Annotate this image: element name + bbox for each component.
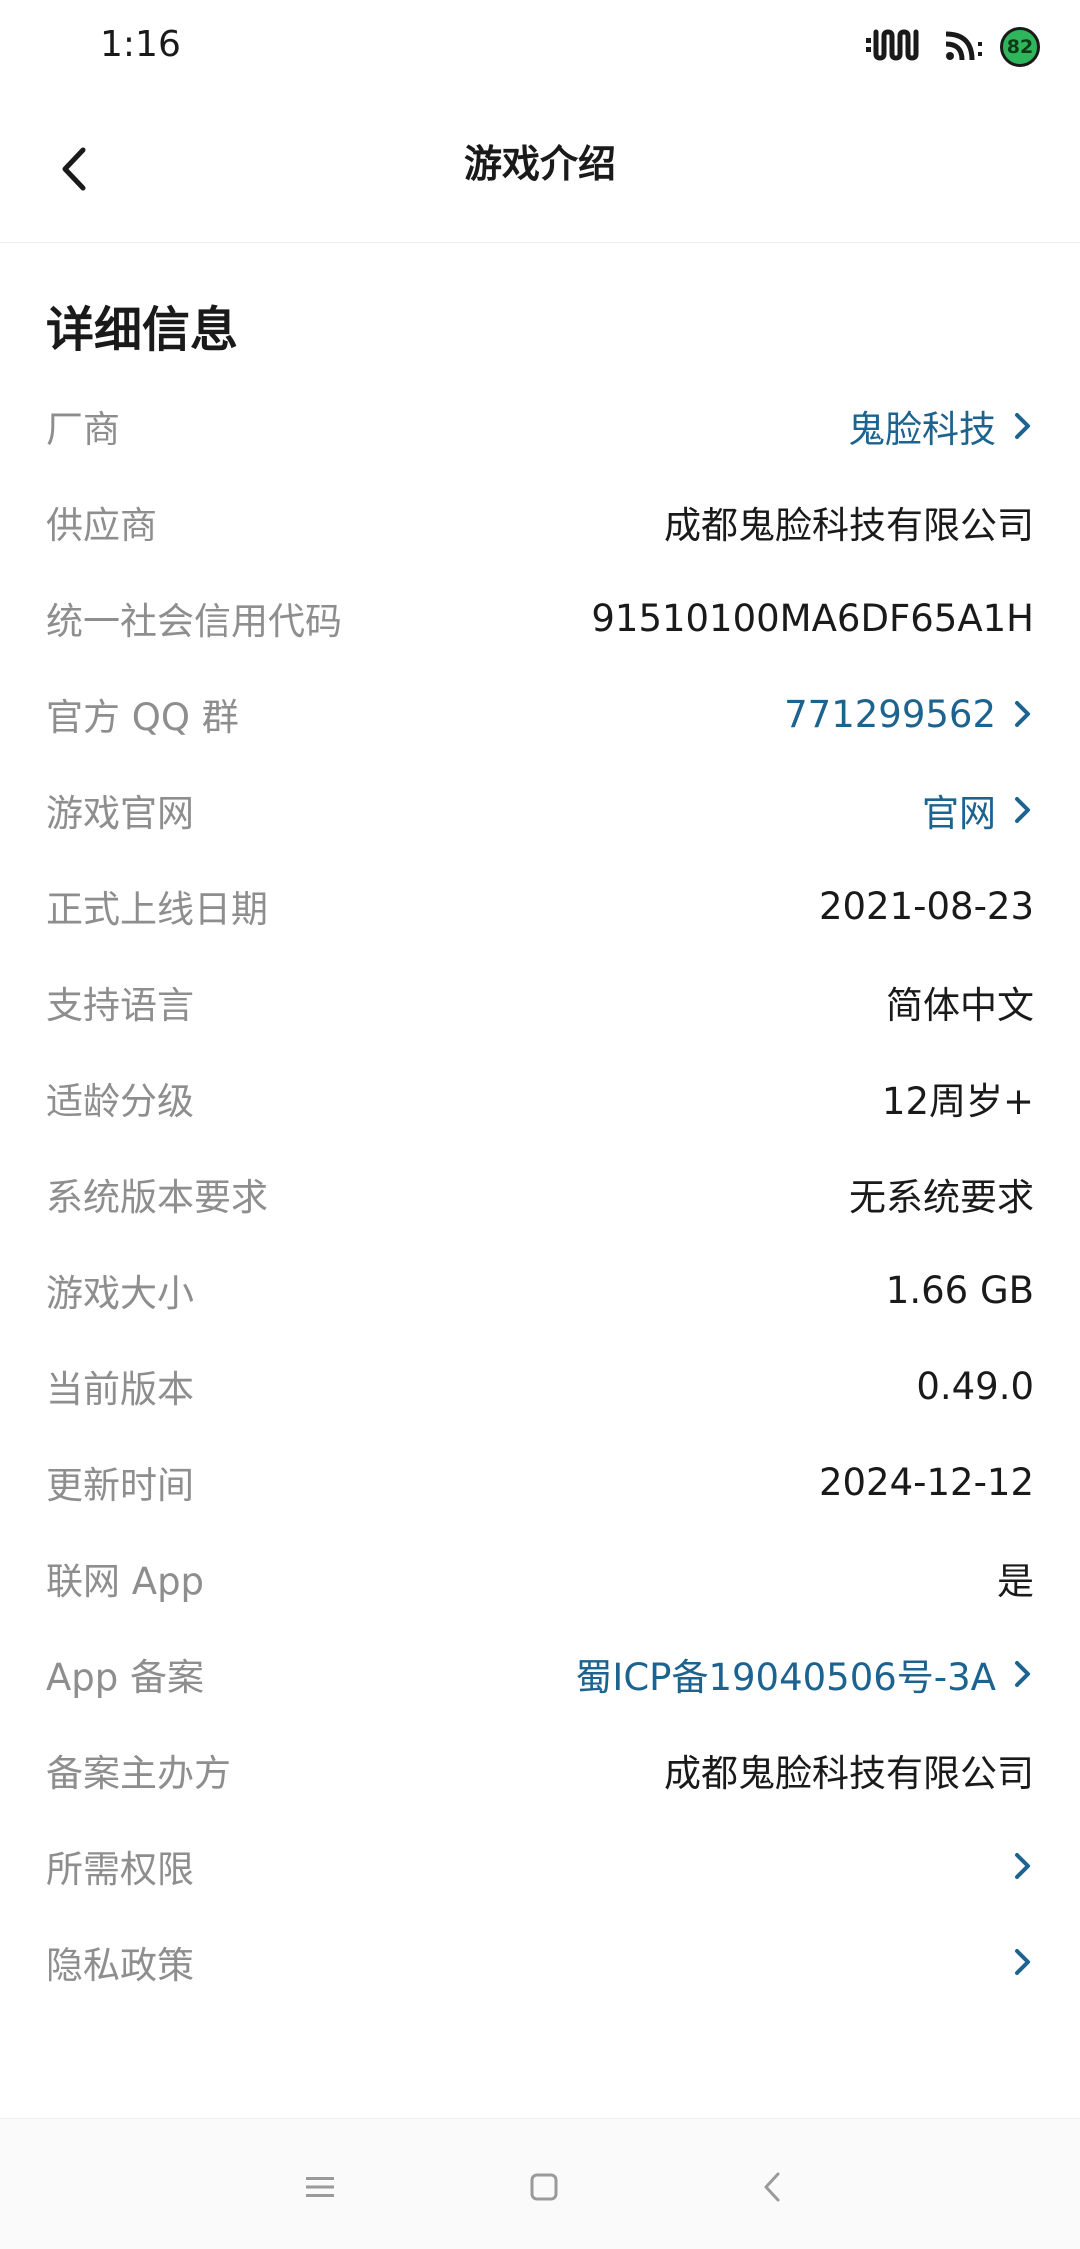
info-value-link[interactable]: 蜀ICP备19040506号-3A [575,1647,996,1701]
info-row-website[interactable]: 游戏官网 官网 [0,762,1080,858]
chevron-right-icon [1014,409,1034,443]
info-value: 0.49.0 [916,1364,1034,1408]
info-label: 支持语言 [46,984,194,1027]
chevron-right-icon[interactable] [1014,1849,1034,1883]
info-value: 2021-08-23 [818,884,1034,928]
info-value: 成都鬼脸科技有限公司 [664,1752,1034,1795]
info-label: 游戏官网 [46,792,194,835]
info-row-privacy-policy[interactable]: 隐私政策 [0,1914,1080,2010]
chevron-right-icon [1014,793,1034,827]
status-bar: 1:16 82 [0,0,1080,95]
chevron-right-icon[interactable] [1014,1945,1034,1979]
info-row-release-date: 正式上线日期 2021-08-23 [0,858,1080,954]
info-row-app-filing[interactable]: App 备案 蜀ICP备19040506号-3A [0,1626,1080,1722]
info-row-credit-code: 统一社会信用代码 91510100MA6DF65A1H [0,570,1080,666]
chevron-right-icon [1014,1657,1034,1691]
info-label: 联网 App [46,1560,205,1603]
signal-bars-icon [866,28,928,66]
info-row-language: 支持语言 简体中文 [0,954,1080,1050]
info-row-filing-sponsor: 备案主办方 成都鬼脸科技有限公司 [0,1722,1080,1818]
status-icons: 82 [866,22,1040,72]
info-label: 当前版本 [46,1368,194,1411]
info-value: 是 [997,1560,1034,1603]
info-label: 更新时间 [46,1464,194,1507]
info-label: 游戏大小 [46,1272,194,1315]
info-row-system-requirement: 系统版本要求 无系统要求 [0,1146,1080,1242]
wifi-icon [944,28,984,66]
info-row-game-size: 游戏大小 1.66 GB [0,1242,1080,1338]
info-row-vendor[interactable]: 厂商 鬼脸科技 [0,378,1080,474]
info-value: 2024-12-12 [818,1460,1034,1504]
info-label: 隐私政策 [46,1944,194,1987]
page-title: 游戏介绍 [463,142,616,186]
info-row-online-app: 联网 App 是 [0,1530,1080,1626]
info-label: 供应商 [46,504,157,547]
menu-button[interactable] [290,2157,350,2217]
info-list: 厂商 鬼脸科技 供应商 成都鬼脸科技有限公司 统一社会信用代码 91510100… [0,378,1080,2010]
chevron-right-icon [1014,697,1034,731]
info-value-link[interactable]: 鬼脸科技 [848,399,996,453]
section-title: 详细信息 [46,302,239,358]
home-button[interactable] [514,2157,574,2217]
info-value-link[interactable]: 官网 [922,783,996,837]
status-time: 1:16 [100,24,181,65]
info-row-qq-group[interactable]: 官方 QQ 群 771299562 [0,666,1080,762]
info-value: 1.66 GB [885,1268,1034,1312]
info-value: 91510100MA6DF65A1H [591,596,1034,640]
info-label: 系统版本要求 [46,1176,268,1219]
home-square-icon [530,2173,558,2201]
info-row-supplier: 供应商 成都鬼脸科技有限公司 [0,474,1080,570]
info-label: 正式上线日期 [46,888,268,931]
info-value: 无系统要求 [849,1176,1034,1219]
info-label: App 备案 [46,1656,205,1699]
info-label: 适龄分级 [46,1080,194,1123]
title-bar: 游戏介绍 [0,95,1080,243]
info-label: 统一社会信用代码 [46,600,342,643]
nav-back-button[interactable] [742,2157,802,2217]
back-triangle-icon [764,2172,780,2202]
info-value: 成都鬼脸科技有限公司 [664,504,1034,547]
info-value: 简体中文 [886,984,1034,1027]
info-row-permissions[interactable]: 所需权限 [0,1818,1080,1914]
navigation-bar [0,2118,1080,2249]
info-value-link[interactable]: 771299562 [784,693,996,736]
info-row-age-rating: 适龄分级 12周岁+ [0,1050,1080,1146]
info-label: 所需权限 [46,1848,194,1891]
info-value: 12周岁+ [881,1080,1034,1123]
info-label: 厂商 [46,408,120,451]
info-label: 官方 QQ 群 [46,696,239,739]
battery-icon: 82 [1000,27,1040,67]
menu-icon [306,2177,334,2197]
info-row-update-time: 更新时间 2024-12-12 [0,1434,1080,1530]
info-label: 备案主办方 [46,1752,231,1795]
info-row-current-version: 当前版本 0.49.0 [0,1338,1080,1434]
